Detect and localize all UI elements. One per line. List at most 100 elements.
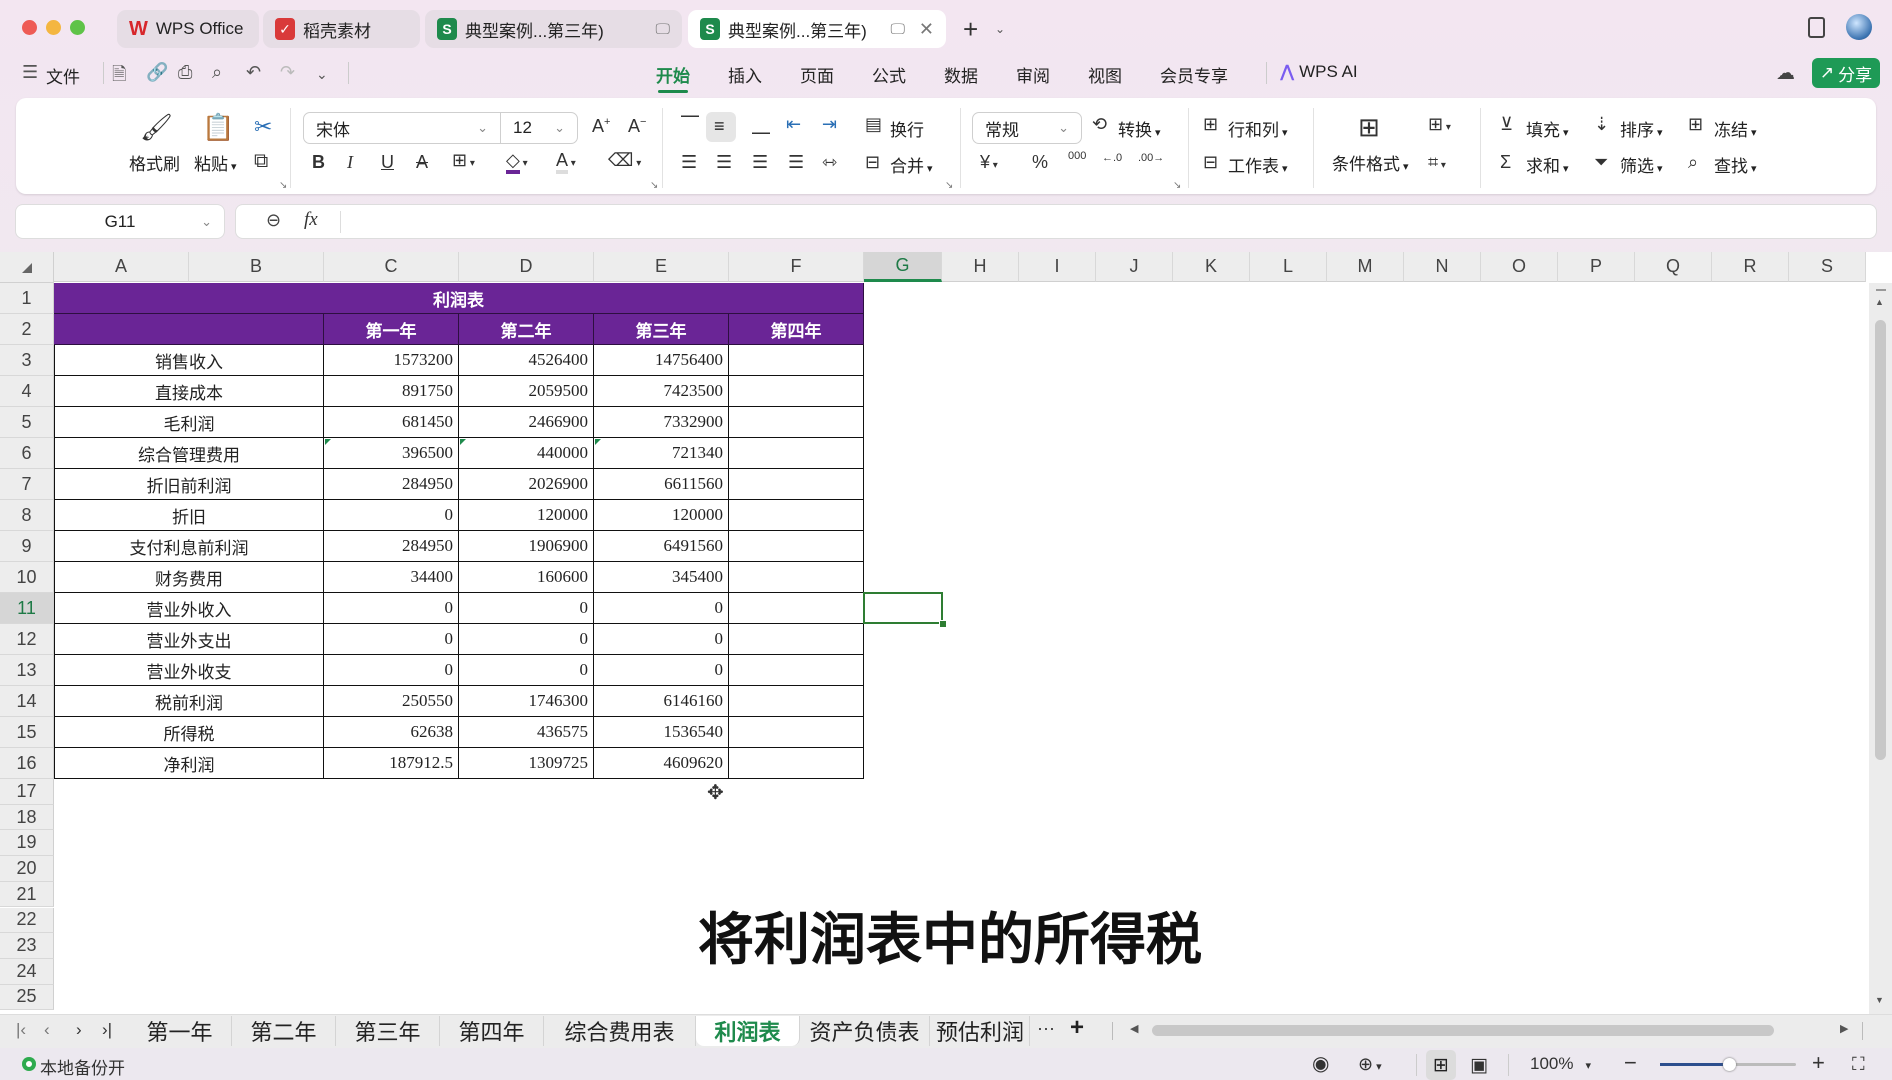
sheet-tab[interactable]: 利润表 xyxy=(696,1016,800,1046)
sort-button[interactable]: 排序 ▾ xyxy=(1620,116,1663,141)
sheet-tab[interactable]: 第四年 xyxy=(440,1016,544,1046)
row-header-4[interactable]: 4 xyxy=(0,376,54,407)
print-preview-icon[interactable]: ⌕ xyxy=(212,62,222,83)
minimize-window-button[interactable] xyxy=(46,20,61,35)
formula-input[interactable]: ⊖ fx xyxy=(236,205,1876,238)
value-cell[interactable]: 6491560 xyxy=(594,531,729,562)
row-header-12[interactable]: 12 xyxy=(0,624,54,655)
row-header-11[interactable]: 11 xyxy=(0,593,54,624)
row-label-cell[interactable]: 所得税 xyxy=(54,717,324,748)
sheet-tab[interactable]: 综合费用表 xyxy=(544,1016,696,1046)
value-cell[interactable]: 1906900 xyxy=(459,531,594,562)
value-cell[interactable] xyxy=(729,407,864,438)
column-header-b[interactable]: B xyxy=(189,252,324,282)
value-cell[interactable]: 14756400 xyxy=(594,345,729,376)
column-header-i[interactable]: I xyxy=(1019,252,1096,282)
freeze-button[interactable]: 冻结 ▾ xyxy=(1714,116,1757,141)
sheet-tab[interactable]: 第一年 xyxy=(128,1016,232,1046)
menu-hamburger-icon[interactable]: ☰ xyxy=(22,62,38,83)
sheet-tab[interactable]: 预估利润 xyxy=(930,1016,1030,1046)
cut-icon[interactable]: ✂ xyxy=(254,114,272,140)
column-header-h[interactable]: H xyxy=(942,252,1019,282)
value-cell[interactable]: 436575 xyxy=(459,717,594,748)
chevron-down-icon[interactable]: ⌄ xyxy=(995,22,1005,36)
scroll-left-icon[interactable]: ◀ xyxy=(1130,1022,1138,1035)
bold-icon[interactable]: B xyxy=(312,152,325,173)
row-header-3[interactable]: 3 xyxy=(0,345,54,376)
font-size-select[interactable]: 12 ⌄ xyxy=(500,112,578,144)
tab-formula[interactable]: 公式 xyxy=(872,62,906,87)
value-cell[interactable]: 0 xyxy=(594,655,729,686)
value-cell[interactable] xyxy=(729,500,864,531)
table-header-cell[interactable]: 第三年 xyxy=(594,314,729,345)
dialog-launcher-icon[interactable]: ↘ xyxy=(650,180,658,191)
first-sheet-icon[interactable]: |‹ xyxy=(16,1020,26,1040)
value-cell[interactable]: 2466900 xyxy=(459,407,594,438)
convert-button[interactable]: 转换 ▾ xyxy=(1118,116,1161,141)
row-label-cell[interactable]: 财务费用 xyxy=(54,562,324,593)
row-header-16[interactable]: 16 xyxy=(0,748,54,779)
distribute-icon[interactable]: ⇿ xyxy=(822,152,837,173)
tab-spreadsheet-1[interactable]: S 典型案例...第三年) 🖵 xyxy=(425,10,682,48)
row-label-cell[interactable]: 销售收入 xyxy=(54,345,324,376)
value-cell[interactable]: 284950 xyxy=(324,469,459,500)
value-cell[interactable]: 120000 xyxy=(459,500,594,531)
row-header-19[interactable]: 19 xyxy=(0,830,54,857)
cell-border-icon[interactable]: ⌗ ▾ xyxy=(1428,152,1446,173)
row-label-cell[interactable]: 营业外收支 xyxy=(54,655,324,686)
value-cell[interactable]: 62638 xyxy=(324,717,459,748)
column-header-g[interactable]: G xyxy=(864,252,942,282)
next-sheet-icon[interactable]: › xyxy=(76,1020,82,1040)
value-cell[interactable]: 0 xyxy=(459,655,594,686)
column-header-c[interactable]: C xyxy=(324,252,459,282)
align-left-icon[interactable]: ☰ xyxy=(681,152,697,173)
row-header-8[interactable]: 8 xyxy=(0,500,54,531)
new-tab-button[interactable]: + xyxy=(963,14,978,45)
row-header-25[interactable]: 25 xyxy=(0,984,54,1011)
value-cell[interactable]: 1309725 xyxy=(459,748,594,779)
column-header-a[interactable]: A xyxy=(54,252,189,282)
decrease-indent-icon[interactable]: ⇤ xyxy=(786,114,801,135)
dialog-launcher-icon[interactable]: ↘ xyxy=(1173,180,1181,191)
value-cell[interactable] xyxy=(729,593,864,624)
row-label-cell[interactable]: 综合管理费用 xyxy=(54,438,324,469)
avatar[interactable] xyxy=(1846,14,1872,40)
dialog-launcher-icon[interactable]: ↘ xyxy=(945,180,953,191)
row-label-cell[interactable]: 营业外收入 xyxy=(54,593,324,624)
value-cell[interactable]: 0 xyxy=(459,624,594,655)
column-header-l[interactable]: L xyxy=(1250,252,1327,282)
conditional-format-button[interactable]: 条件格式 ▾ xyxy=(1332,150,1409,175)
merge-button[interactable]: 合并 ▾ xyxy=(890,152,933,177)
chevron-down-icon[interactable]: ⌄ xyxy=(316,66,328,83)
clear-format-icon[interactable]: ⌫ ▾ xyxy=(608,150,641,171)
cloud-icon[interactable]: ☁ xyxy=(1776,62,1795,85)
row-header-9[interactable]: 9 xyxy=(0,531,54,562)
column-header-j[interactable]: J xyxy=(1096,252,1173,282)
currency-button[interactable]: ¥ ▾ xyxy=(980,152,998,173)
tab-spreadsheet-2[interactable]: S 典型案例...第三年) 🖵 ✕ xyxy=(688,10,946,48)
rows-cols-button[interactable]: 行和列 ▾ xyxy=(1228,116,1288,141)
row-header-1[interactable]: 1 xyxy=(0,283,54,314)
value-cell[interactable]: 34400 xyxy=(324,562,459,593)
zoom-level-select[interactable]: 100% ▾ xyxy=(1530,1054,1591,1074)
wrap-text-button[interactable]: 换行 xyxy=(890,116,924,141)
add-sheet-button[interactable]: + xyxy=(1070,1014,1084,1042)
value-cell[interactable]: 0 xyxy=(594,624,729,655)
value-cell[interactable]: 160600 xyxy=(459,562,594,593)
value-cell[interactable]: 120000 xyxy=(594,500,729,531)
value-cell[interactable]: 0 xyxy=(324,500,459,531)
row-label-cell[interactable]: 净利润 xyxy=(54,748,324,779)
increase-indent-icon[interactable]: ⇥ xyxy=(822,114,837,135)
wps-ai-button[interactable]: ⋀ WPS AI xyxy=(1280,62,1358,82)
align-top-icon[interactable]: ⎺ xyxy=(681,114,699,135)
normal-view-button[interactable]: ⊞ xyxy=(1426,1050,1456,1080)
row-header-6[interactable]: 6 xyxy=(0,438,54,469)
filter-button[interactable]: 筛选 ▾ xyxy=(1620,152,1663,177)
zoom-out-button[interactable]: − xyxy=(1624,1050,1637,1076)
align-right-icon[interactable]: ☰ xyxy=(752,152,768,173)
value-cell[interactable] xyxy=(729,655,864,686)
fill-color-icon[interactable]: ◇ ▾ xyxy=(506,150,528,174)
decrease-decimal-button[interactable]: .00→ xyxy=(1138,152,1164,164)
number-format-select[interactable]: 常规 ⌄ xyxy=(972,112,1082,144)
tab-wps-office[interactable]: W WPS Office xyxy=(117,10,259,48)
